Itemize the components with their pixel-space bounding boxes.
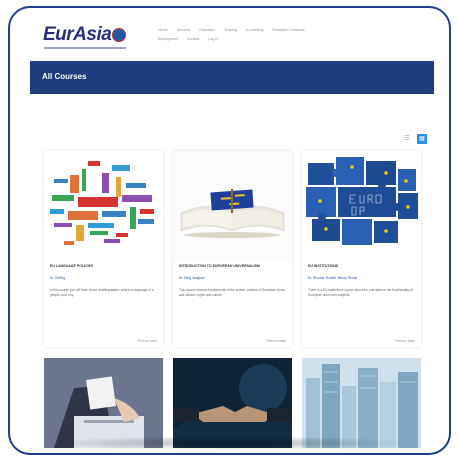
page-banner: All Courses [30,61,434,94]
nav-item-education-guidance[interactable]: Education Guidance [272,28,304,32]
screenshot-frame: EurAsia Home Services Education Training… [8,6,451,455]
find-out-more-link[interactable]: Find out more [395,339,415,343]
frame-shadow [45,436,415,450]
course-card[interactable]: EU LANGUAGE POLICIES Dr. Griffing In thi… [44,151,163,347]
puzzle-image [302,151,421,261]
course-card[interactable]: EU INSTITUTIONS Dr. Rhondo, Rodele, Mess… [302,151,421,347]
site-logo[interactable]: EurAsia [43,24,127,46]
nav-item-employment[interactable]: Employment [158,37,178,41]
nav-item-elearning[interactable]: e-Learning [246,28,263,32]
course-card-image-handshake[interactable] [173,358,292,448]
course-author: Dr. Griffing [50,276,66,280]
find-out-more-link[interactable]: Find out more [266,339,286,343]
logo-tagline [44,47,126,49]
globe-icon [112,27,127,42]
course-title[interactable]: EU LANGUAGE POLICIES [50,264,158,269]
book-image [173,151,292,261]
nav-item-training[interactable]: Training [224,28,237,32]
course-title[interactable]: EU INSTITUTIONS [308,264,416,269]
nav-item-services[interactable]: Services [177,28,191,32]
course-card-image-skyscrapers[interactable] [302,358,421,448]
course-author: Dr. Rhondo, Rodele, Messy Rende [308,276,358,280]
website-screen: EurAsia Home Services Education Training… [30,16,434,448]
course-card[interactable]: INTRODUCTION TO EUROPEAN UNIVERSALISM Dr… [173,151,292,347]
grid-view-button[interactable]: ▦ [417,134,427,144]
course-card-image-ballot[interactable] [44,358,163,448]
nav-item-home[interactable]: Home [158,28,168,32]
logo-text: EurAsia [43,24,112,45]
find-out-more-link[interactable]: Find out more [137,339,157,343]
course-description: There is a EU institutions course about … [308,288,413,297]
list-view-button[interactable]: ☰ [402,134,412,144]
nav-item-contact[interactable]: Contact [187,37,199,41]
course-description: This course teaches fundamental of the c… [179,288,286,297]
nav-item-education[interactable]: Education [199,28,215,32]
course-author: Dr. Wing Vaughan [179,276,205,280]
word-cloud-image [44,151,163,261]
course-description: In this course you will learn about mult… [50,288,154,297]
course-title[interactable]: INTRODUCTION TO EUROPEAN UNIVERSALISM [179,264,287,269]
main-nav: Home Services Education Training e-Learn… [158,26,428,44]
page-title: All Courses [42,72,87,81]
nav-item-login[interactable]: Log in [208,37,218,41]
